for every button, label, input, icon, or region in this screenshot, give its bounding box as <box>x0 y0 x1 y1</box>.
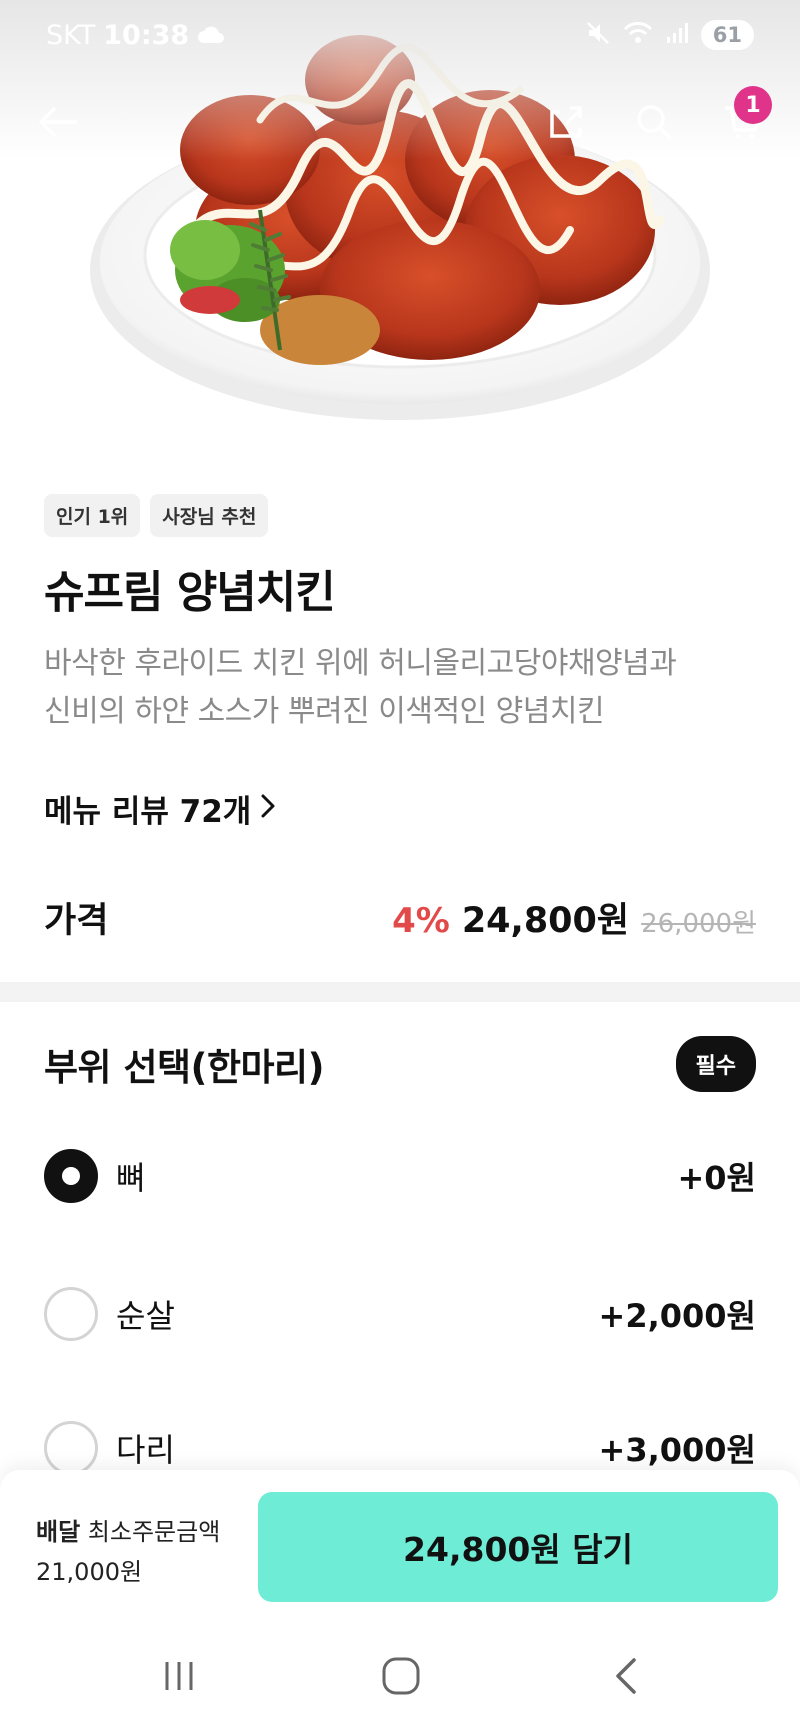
back-arrow-icon[interactable] <box>28 92 88 152</box>
bottom-order-bar: 배달 최소주문금액 21,000원 24,800원 담기 <box>0 1470 800 1620</box>
min-order-line: 배달 최소주문금액 <box>36 1512 220 1552</box>
radio-selected-icon[interactable] <box>44 1149 98 1203</box>
menu-description: 바삭한 후라이드 치킨 위에 허니올리고당야채양념과 신비의 하얀 소스가 뿌려… <box>44 640 764 736</box>
wifi-icon <box>623 21 653 49</box>
option-group-header: 부위 선택(한마리) 필수 <box>44 1036 756 1092</box>
option-left: 뼈 <box>44 1149 145 1203</box>
option-boneless[interactable]: 순살 +2,000원 <box>44 1284 756 1344</box>
cart-count-badge: 1 <box>734 86 772 124</box>
menu-tags: 인기 1위 사장님 추천 <box>44 494 269 537</box>
option-label: 순살 <box>116 1297 175 1335</box>
cloud-icon <box>197 20 225 51</box>
radio-unselected-icon[interactable] <box>44 1421 98 1475</box>
chevron-right-icon <box>259 791 277 827</box>
original-price: 26,000원 <box>641 909 756 939</box>
discount-rate: 4% <box>392 901 450 941</box>
delivery-info: 배달 최소주문금액 21,000원 <box>36 1512 220 1592</box>
home-icon[interactable] <box>366 1648 436 1704</box>
status-carrier: SKT <box>46 20 96 51</box>
option-price: +0원 <box>677 1159 756 1197</box>
option-price: +3,000원 <box>598 1431 756 1469</box>
menu-description-line: 신비의 하얀 소스가 뿌려진 이색적인 양념치킨 <box>44 694 605 729</box>
option-price: +2,000원 <box>598 1297 756 1335</box>
back-icon[interactable] <box>592 1648 662 1704</box>
status-time: 10:38 <box>103 20 190 51</box>
current-price: 24,800원 <box>461 901 630 941</box>
option-left: 순살 <box>44 1287 175 1341</box>
mute-icon <box>585 20 611 50</box>
status-right: 61 <box>585 20 754 50</box>
add-to-cart-button[interactable]: 24,800원 담기 <box>258 1492 778 1602</box>
menu-review-link[interactable]: 메뉴 리뷰 72개 <box>44 786 277 831</box>
section-divider <box>0 982 800 1002</box>
option-bone[interactable]: 뼈 +0원 <box>44 1146 756 1206</box>
menu-title: 슈프림 양념치킨 <box>44 567 336 618</box>
option-label: 뼈 <box>116 1159 146 1197</box>
price-values: 4% 24,800원 26,000원 <box>392 892 756 943</box>
battery-icon: 61 <box>700 20 754 50</box>
option-group-title: 부위 선택(한마리) <box>44 1046 324 1089</box>
menu-description-line: 바삭한 후라이드 치킨 위에 허니올리고당야채양념과 <box>44 646 677 681</box>
cart-icon[interactable]: 1 <box>712 86 772 152</box>
radio-unselected-icon[interactable] <box>44 1287 98 1341</box>
option-left: 다리 <box>44 1421 175 1475</box>
share-icon[interactable] <box>536 92 596 152</box>
system-nav-bar <box>0 1620 800 1733</box>
required-badge: 필수 <box>675 1036 756 1092</box>
tag-recommended: 사장님 추천 <box>150 494 269 537</box>
status-left: SKT 10:38 <box>46 20 225 51</box>
price-label: 가격 <box>44 901 109 941</box>
min-order-value: 21,000원 <box>36 1558 143 1586</box>
signal-icon <box>665 21 689 49</box>
min-order-label: 최소주문금액 <box>87 1518 221 1546</box>
delivery-label: 배달 <box>36 1518 81 1546</box>
option-label: 다리 <box>116 1431 175 1469</box>
recent-apps-icon[interactable] <box>144 1648 214 1704</box>
option-legs[interactable]: 다리 +3,000원 <box>44 1418 756 1478</box>
price-row: 가격 4% 24,800원 26,000원 <box>44 892 756 943</box>
review-link-label: 메뉴 리뷰 72개 <box>44 794 252 830</box>
tag-popular: 인기 1위 <box>44 494 141 537</box>
search-icon[interactable] <box>624 92 684 152</box>
top-nav: 1 <box>0 80 800 164</box>
status-bar: SKT 10:38 61 <box>0 0 800 76</box>
